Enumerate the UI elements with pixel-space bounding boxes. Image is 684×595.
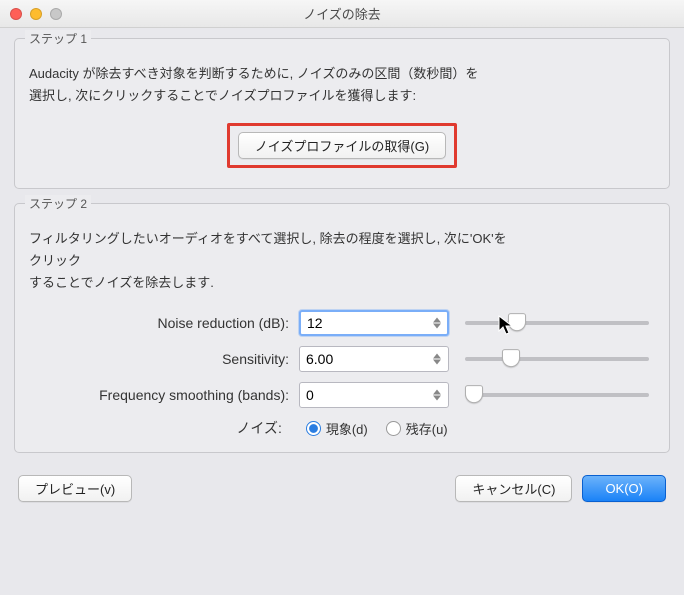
noise-reduction-slider[interactable] [459,321,655,325]
step2-desc-line1: フィルタリングしたいオーディオをすべて選択し, 除去の程度を選択し, 次に'OK… [29,231,507,246]
noise-reduction-label: Noise reduction (dB): [29,315,289,331]
sensitivity-stepper[interactable] [433,354,445,365]
step1-desc-line1: Audacity が除去すべき対象を判断するために, ノイズのみの区間（数秒間）… [29,66,478,81]
get-noise-profile-button[interactable]: ノイズプロファイルの取得(G) [238,132,446,159]
noise-reduction-stepper[interactable] [433,318,445,329]
preview-button[interactable]: プレビュー(v) [18,475,132,502]
sensitivity-slider[interactable] [459,357,655,361]
freq-smoothing-stepper[interactable] [433,390,445,401]
close-window-button[interactable] [10,8,22,20]
noise-reduction-input[interactable] [299,310,449,336]
sensitivity-label: Sensitivity: [29,351,289,367]
minimize-window-button[interactable] [30,8,42,20]
step1-group: ステップ 1 Audacity が除去すべき対象を判断するために, ノイズのみの… [14,38,670,189]
radio-checked-icon [306,421,321,436]
window-controls [0,8,62,20]
dialog-content: ステップ 1 Audacity が除去すべき対象を判断するために, ノイズのみの… [0,28,684,516]
dialog-button-row: プレビュー(v) キャンセル(C) OK(O) [14,467,670,502]
step2-desc-line3: することでノイズを除去します. [29,275,214,290]
noise-mode-row: ノイズ: 現象(d) 残存(u) [29,418,655,438]
noise-mode-residue-label: 残存(u) [406,419,448,438]
step2-group: ステップ 2 フィルタリングしたいオーディオをすべて選択し, 除去の程度を選択し… [14,203,670,453]
freq-smoothing-row: Frequency smoothing (bands): [29,382,655,408]
freq-smoothing-input[interactable] [299,382,449,408]
noise-reduction-row: Noise reduction (dB): [29,310,655,336]
noise-mode-reduce-label: 現象(d) [326,419,368,438]
cancel-button[interactable]: キャンセル(C) [455,475,572,502]
step1-label: ステップ 1 [25,30,91,47]
titlebar: ノイズの除去 [0,0,684,28]
freq-smoothing-slider[interactable] [459,393,655,397]
window-title: ノイズの除去 [0,4,684,23]
step2-label: ステップ 2 [25,195,91,212]
ok-button[interactable]: OK(O) [582,475,666,502]
step2-description: フィルタリングしたいオーディオをすべて選択し, 除去の程度を選択し, 次に'OK… [29,228,655,294]
noise-mode-residue-radio[interactable]: 残存(u) [386,419,448,438]
radio-unchecked-icon [386,421,401,436]
step2-desc-line2: クリック [29,253,81,268]
step1-description: Audacity が除去すべき対象を判断するために, ノイズのみの区間（数秒間）… [29,63,655,107]
freq-smoothing-label: Frequency smoothing (bands): [29,387,289,403]
sensitivity-row: Sensitivity: [29,346,655,372]
noise-mode-label: ノイズ: [236,418,281,438]
step1-desc-line2: 選択し, 次にクリックすることでノイズプロファイルを獲得します: [29,88,416,103]
sensitivity-input[interactable] [299,346,449,372]
zoom-window-button [50,8,62,20]
noise-mode-reduce-radio[interactable]: 現象(d) [306,419,368,438]
highlight-frame: ノイズプロファイルの取得(G) [227,123,457,168]
